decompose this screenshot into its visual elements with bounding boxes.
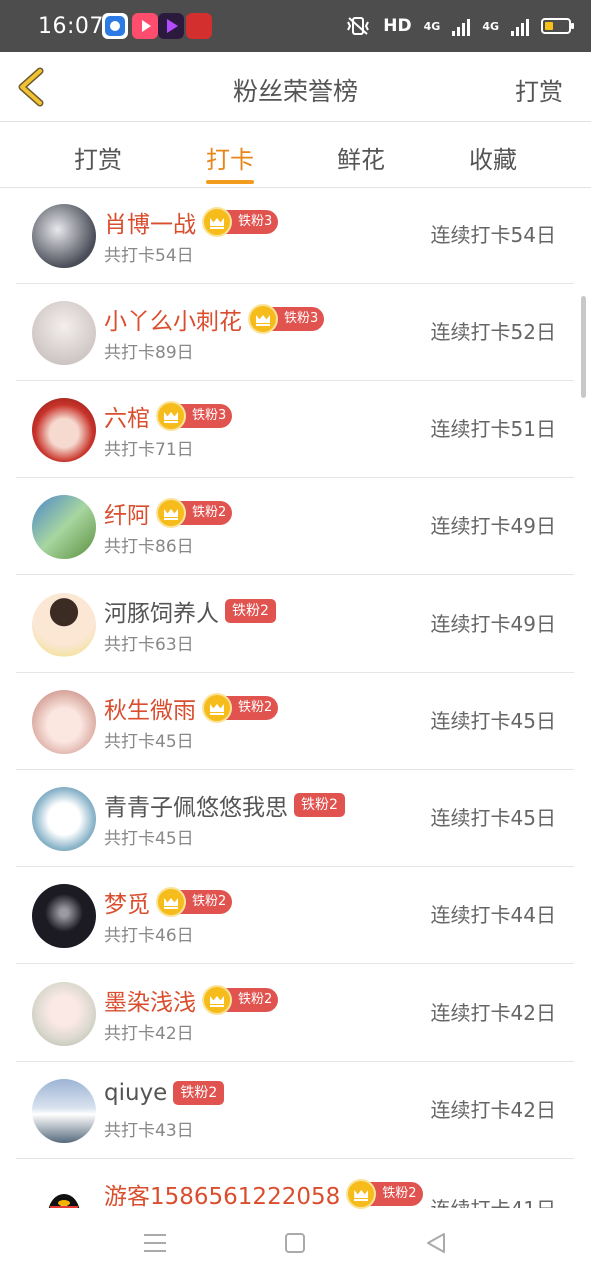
fan-level-badge: 铁粉2 [178,501,233,525]
crown-icon [156,498,186,528]
fan-name: 小丫么小刺花 [104,309,242,335]
active-tab-indicator [206,180,254,184]
tab-reward[interactable]: 打赏 [43,140,153,175]
list-item[interactable]: 肖博一战 铁粉3 共打卡54日 连续打卡54日 [16,187,574,284]
avatar [32,398,96,462]
crown-icon [156,887,186,917]
avatar [32,593,96,657]
avatar [32,690,96,754]
avatar [32,982,96,1046]
menu-icon[interactable] [144,1234,166,1252]
fan-level-badge: 铁粉2 [173,1081,225,1105]
total-checkins: 共打卡63日 [104,635,194,655]
total-checkins: 共打卡89日 [104,343,194,363]
vibrate-icon [347,17,370,35]
system-nav-bar [0,1208,591,1280]
fan-name: 纤阿 [104,503,150,529]
total-checkins: 共打卡43日 [104,1121,194,1141]
fan-name: 秋生微雨 [104,698,196,724]
status-bar: 16:07 HD 4G 4G [0,0,591,52]
total-checkins: 共打卡45日 [104,829,194,849]
crown-icon [156,401,186,431]
streak-checkins: 连续打卡49日 [430,612,556,636]
status-indicators: HD 4G 4G [345,12,574,40]
list-item[interactable]: 河豚饲养人 铁粉2 共打卡63日 连续打卡49日 [16,576,574,673]
page-title: 粉丝荣誉榜 [232,77,358,106]
streak-checkins: 连续打卡45日 [430,709,556,733]
battery-icon [541,18,574,34]
crown-icon [202,985,232,1015]
crown-icon [202,693,232,723]
hd-label: HD [383,16,412,36]
app-icon-game [186,13,212,39]
streak-checkins: 连续打卡42日 [430,1098,556,1122]
list-item[interactable]: qiuye 铁粉2 共打卡43日 连续打卡42日 [16,1062,574,1159]
avatar [32,204,96,268]
fan-name: 游客1586561222058 [104,1184,341,1210]
list-item[interactable]: 墨染浅浅 铁粉2 共打卡42日 连续打卡42日 [16,965,574,1062]
total-checkins: 共打卡71日 [104,440,194,460]
tab-flowers[interactable]: 鲜花 [306,140,416,175]
fan-name: 墨染浅浅 [104,990,196,1016]
list-item[interactable]: 梦觅 铁粉2 共打卡46日 连续打卡44日 [16,867,574,964]
crown-icon [202,207,232,237]
list-item[interactable]: 六棺 铁粉3 共打卡71日 连续打卡51日 [16,381,574,478]
fan-level-badge: 铁粉2 [294,793,345,817]
avatar [32,495,96,559]
list-item[interactable]: 小丫么小刺花 铁粉3 共打卡89日 连续打卡52日 [16,284,574,381]
network-2-label: 4G [482,19,499,33]
fan-name: 梦觅 [104,892,150,918]
avatar [32,884,96,948]
streak-checkins: 连续打卡45日 [430,806,556,830]
fan-level-badge: 铁粉2 [224,988,279,1012]
fan-name: qiuye [104,1080,168,1106]
top-bar: 粉丝荣誉榜 打赏 [0,52,591,122]
streak-checkins: 连续打卡44日 [430,903,556,927]
avatar [32,1079,96,1143]
streak-checkins: 连续打卡51日 [430,417,556,441]
scrollbar[interactable] [581,296,586,398]
total-checkins: 共打卡46日 [104,926,194,946]
total-checkins: 共打卡86日 [104,537,194,557]
reward-button[interactable]: 打赏 [515,72,563,107]
fan-level-badge: 铁粉2 [368,1182,423,1206]
status-time: 16:07 [38,14,104,39]
total-checkins: 共打卡54日 [104,246,194,266]
fan-name: 河豚饲养人 [104,601,219,627]
app-icon-player [158,13,184,39]
tab-checkin[interactable]: 打卡 [175,140,285,175]
avatar [32,301,96,365]
back-triangle-icon[interactable] [424,1231,448,1255]
fan-name: 肖博一战 [104,212,196,238]
list-item[interactable]: 秋生微雨 铁粉2 共打卡45日 连续打卡45日 [16,673,574,770]
list-item[interactable]: 纤阿 铁粉2 共打卡86日 连续打卡49日 [16,478,574,575]
fan-level-badge: 铁粉3 [178,404,233,428]
fan-level-badge: 铁粉2 [224,696,279,720]
fan-level-badge: 铁粉2 [178,890,233,914]
fan-level-badge: 铁粉3 [270,307,325,331]
streak-checkins: 连续打卡52日 [430,320,556,344]
fan-level-badge: 铁粉2 [225,599,276,623]
streak-checkins: 连续打卡49日 [430,514,556,538]
fan-name: 青青子佩悠悠我思 [104,795,288,821]
home-icon[interactable] [285,1233,305,1253]
total-checkins: 共打卡45日 [104,732,194,752]
fan-name: 六棺 [104,406,150,432]
tab-bar: 打赏 打卡 鲜花 收藏 [0,122,591,188]
total-checkins: 共打卡42日 [104,1024,194,1044]
crown-icon [248,304,278,334]
tab-favorites[interactable]: 收藏 [438,140,548,175]
streak-checkins: 连续打卡54日 [430,223,556,247]
fan-level-badge: 铁粉3 [224,210,279,234]
avatar [32,787,96,851]
signal-1-icon [452,16,471,36]
app-icon-browser [102,13,128,39]
app-icon-video [132,13,158,39]
network-1-label: 4G [423,19,441,33]
signal-2-icon [511,16,529,36]
list-item[interactable]: 青青子佩悠悠我思 铁粉2 共打卡45日 连续打卡45日 [16,770,574,867]
streak-checkins: 连续打卡42日 [430,1001,556,1025]
